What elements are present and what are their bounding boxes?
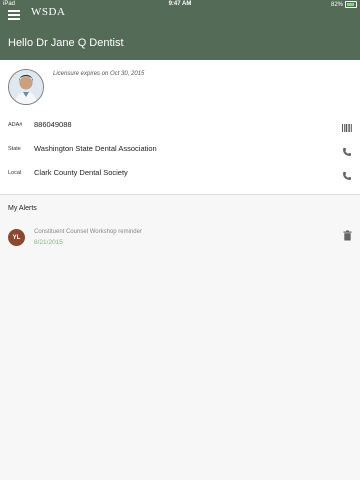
- menu-icon[interactable]: [8, 10, 20, 20]
- greeting-title: Hello Dr Jane Q Dentist: [8, 37, 124, 49]
- row-label: Local: [8, 170, 22, 176]
- battery-icon: [345, 1, 357, 8]
- row-ada: ADA# 886049088: [0, 116, 360, 136]
- phone-icon[interactable]: [342, 168, 352, 180]
- phone-icon[interactable]: [342, 144, 352, 156]
- barcode-icon[interactable]: [342, 120, 352, 132]
- trash-icon[interactable]: [343, 228, 352, 241]
- alerts-heading: My Alerts: [8, 205, 37, 212]
- row-value: Washington State Dental Association: [34, 144, 157, 153]
- battery-percent: 82%: [330, 1, 343, 8]
- alert-item[interactable]: YL Constituent Counsel Workshop reminder…: [0, 222, 360, 254]
- alert-text: Constituent Counsel Workshop reminder: [34, 229, 142, 235]
- row-local: Local Clark County Dental Society: [0, 164, 360, 184]
- license-expiry: Licensure expires on Oct 30, 2015: [53, 71, 145, 77]
- row-label: ADA#: [8, 122, 23, 128]
- row-value: Clark County Dental Society: [34, 168, 128, 177]
- wsda-logo: WSDA: [31, 6, 66, 18]
- row-state: State Washington State Dental Associatio…: [0, 140, 360, 160]
- row-value: 886049088: [34, 120, 72, 129]
- battery-status: 82%: [331, 1, 357, 8]
- alert-date: 8/21/2015: [34, 239, 63, 246]
- row-label: State: [8, 146, 21, 152]
- alert-badge: YL: [8, 229, 25, 246]
- profile-card: Licensure expires on Oct 30, 2015 ADA# 8…: [0, 60, 360, 195]
- app-header: WSDA Hello Dr Jane Q Dentist: [0, 6, 360, 60]
- avatar: [8, 69, 44, 105]
